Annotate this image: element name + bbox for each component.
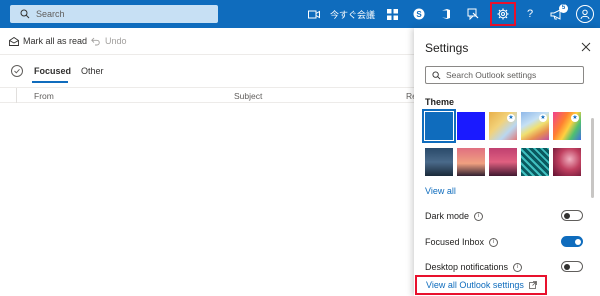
mark-all-read-button[interactable]: Mark all as read [9, 36, 87, 46]
toggle-knob [564, 212, 570, 219]
dark-mode-text: Dark mode [425, 211, 470, 221]
desktop-notifications-label: Desktop notifications i [425, 262, 523, 272]
theme-swatch-pink-sunset[interactable] [489, 148, 517, 176]
focused-inbox-text: Focused Inbox [425, 237, 485, 247]
toggle-knob [564, 263, 570, 270]
view-all-outlook-settings-label: View all Outlook settings [426, 280, 524, 290]
notification-count-badge: 5 [559, 4, 568, 13]
info-icon[interactable]: i [489, 237, 499, 247]
theme-swatch-palm-sunset[interactable] [457, 148, 485, 176]
tab-focused[interactable]: Focused [34, 66, 71, 76]
svg-text:S: S [416, 10, 422, 19]
settings-pane: Settings Search Outlook settings Theme ★… [414, 28, 600, 296]
theme-heading: Theme [425, 97, 455, 107]
star-icon: ★ [571, 114, 579, 122]
tab-other[interactable]: Other [81, 66, 104, 76]
mark-all-read-label: Mark all as read [23, 36, 88, 46]
message-list-header: From Subject Re [0, 87, 417, 103]
view-all-themes-link[interactable]: View all [425, 186, 456, 196]
column-subject[interactable]: Subject [234, 91, 262, 101]
person-icon [580, 9, 590, 19]
envelope-open-icon [9, 36, 19, 46]
focused-inbox-row: Focused Inbox i [425, 236, 585, 250]
desktop-notifications-text: Desktop notifications [425, 262, 509, 272]
desktop-notifications-toggle[interactable] [561, 261, 583, 272]
undo-icon [91, 37, 100, 45]
undo-button[interactable]: Undo [91, 36, 127, 46]
info-icon[interactable]: i [513, 262, 523, 272]
theme-swatch-rainbow[interactable]: ★ [521, 112, 549, 140]
dark-mode-label: Dark mode i [425, 211, 484, 221]
star-icon: ★ [539, 114, 547, 122]
view-all-outlook-settings-link[interactable]: View all Outlook settings [415, 275, 547, 295]
theme-swatch-bokeh[interactable] [553, 148, 581, 176]
theme-swatch-bright-blue[interactable] [457, 112, 485, 140]
dark-mode-row: Dark mode i [425, 210, 585, 224]
theme-swatch-mountain[interactable] [425, 148, 453, 176]
column-divider [16, 88, 17, 103]
skype-icon[interactable]: S [411, 6, 427, 22]
search-icon [20, 9, 30, 19]
checkmark-icon [14, 68, 20, 74]
apps-grid-icon[interactable] [384, 6, 400, 22]
undo-label: Undo [105, 36, 127, 46]
meet-now-button[interactable]: 今すぐ会議 [330, 8, 375, 21]
gear-icon[interactable] [495, 6, 511, 22]
dark-mode-toggle[interactable] [561, 210, 583, 221]
close-icon[interactable] [581, 42, 591, 52]
avatar[interactable] [576, 5, 594, 23]
settings-title: Settings [425, 41, 469, 55]
help-icon[interactable]: ? [522, 6, 538, 22]
focused-inbox-label: Focused Inbox i [425, 237, 499, 247]
theme-swatch-circuit[interactable] [521, 148, 549, 176]
settings-search-input[interactable]: Search Outlook settings [425, 66, 584, 84]
desktop-notifications-row: Desktop notifications i [425, 261, 585, 275]
command-bar: Mark all as read Undo [0, 28, 414, 55]
info-icon[interactable]: i [474, 211, 484, 221]
settings-scrollbar[interactable] [591, 118, 594, 198]
theme-swatch-blue[interactable] [422, 109, 456, 143]
toggle-knob [575, 238, 581, 245]
theme-swatch-colorful[interactable]: ★ [553, 112, 581, 140]
search-placeholder: Search [36, 9, 65, 19]
search-icon [432, 70, 441, 79]
open-external-icon [528, 281, 537, 289]
tab-active-indicator [32, 81, 68, 83]
theme-swatch-pattern[interactable]: ★ [489, 112, 517, 140]
star-icon: ★ [507, 114, 515, 122]
focused-inbox-toggle[interactable] [561, 236, 583, 247]
settings-search-placeholder: Search Outlook settings [446, 70, 537, 80]
office-icon[interactable] [438, 6, 454, 22]
inbox-tabs: Focused Other [0, 57, 414, 87]
select-all-checkbox[interactable] [11, 65, 23, 77]
top-bar: Search 今すぐ会議 S ? 5 [0, 0, 600, 28]
feedback-icon[interactable] [465, 6, 481, 22]
video-camera-icon[interactable] [306, 6, 322, 22]
search-box[interactable]: Search [10, 5, 218, 23]
column-from[interactable]: From [34, 91, 54, 101]
